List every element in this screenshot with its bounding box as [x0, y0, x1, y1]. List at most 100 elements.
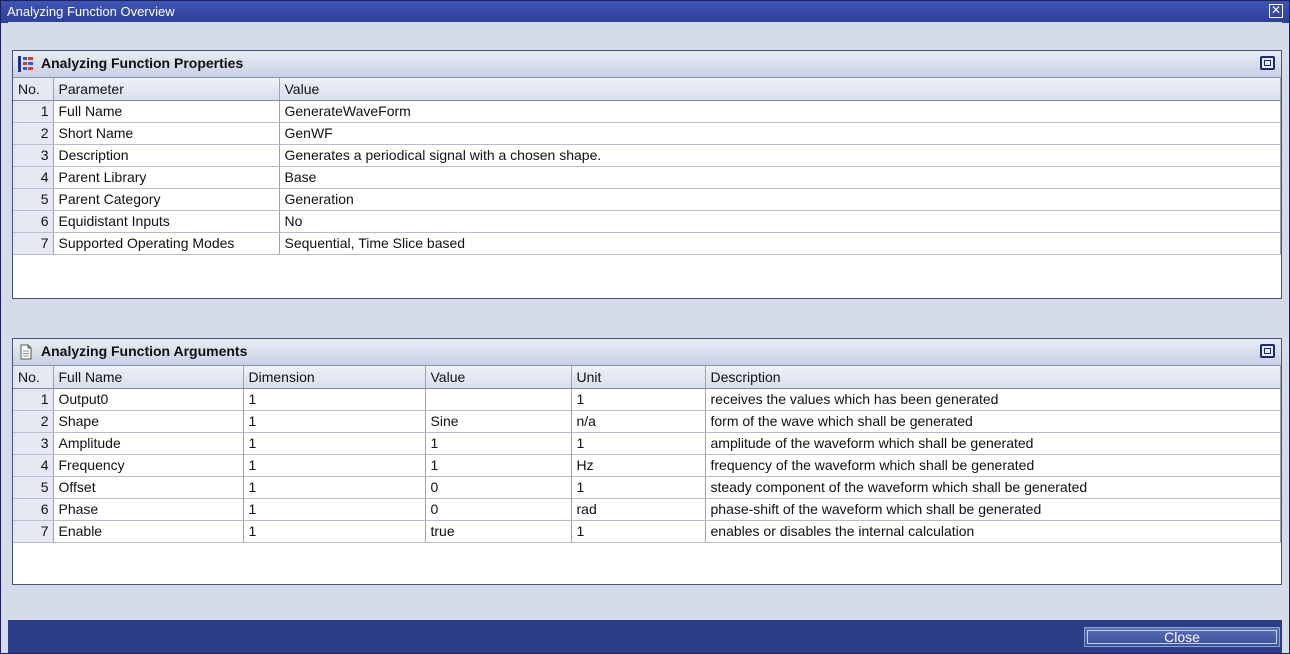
properties-panel-header: Analyzing Function Properties	[13, 51, 1281, 78]
row-number-cell[interactable]: 7	[13, 232, 54, 255]
table-cell: Full Name	[53, 100, 280, 123]
table-cell: Parent Category	[53, 188, 280, 211]
arguments-panel-title: Analyzing Function Arguments	[41, 343, 248, 359]
table-cell: Amplitude	[53, 432, 244, 455]
table-row[interactable]: 7 Supported Operating Modes Sequential, Ti…	[13, 232, 1281, 255]
row-number-cell[interactable]: 5	[13, 188, 54, 211]
row-number-cell[interactable]: 3	[13, 144, 54, 167]
column-header-description[interactable]: Description	[705, 366, 1281, 389]
row-number-cell[interactable]: 1	[13, 388, 54, 411]
table-cell: Output0	[53, 388, 244, 411]
column-header-parameter[interactable]: Parameter	[53, 78, 280, 101]
table-row[interactable]: 5 Parent Category Generation	[13, 188, 1281, 211]
table-cell: 1	[243, 476, 426, 499]
table-cell: rad	[571, 498, 706, 521]
table-cell: 0	[425, 498, 572, 521]
title-bar[interactable]: Analyzing Function Overview ✕	[1, 1, 1289, 23]
column-header-full-name[interactable]: Full Name	[53, 366, 244, 389]
table-cell: n/a	[571, 410, 706, 433]
row-number-cell[interactable]: 7	[13, 520, 54, 543]
table-row[interactable]: 7 Enable 1 true 1 enables or disables the int…	[13, 520, 1281, 543]
table-cell: Sine	[425, 410, 572, 433]
table-cell: 0	[425, 476, 572, 499]
column-header-value[interactable]: Value	[279, 78, 1281, 101]
table-cell: form of the wave which shall be generate…	[705, 410, 1281, 433]
table-row[interactable]: 3 Description Generates a periodical signa…	[13, 144, 1281, 167]
table-cell: 1	[243, 498, 426, 521]
table-row[interactable]: 4 Frequency 1 1 Hz frequency of the waveform …	[13, 454, 1281, 477]
properties-table: No. Parameter Value 1 Full Name GenerateWa…	[13, 78, 1281, 255]
table-cell: Frequency	[53, 454, 244, 477]
arguments-panel: Analyzing Function Arguments No. Full Na…	[12, 338, 1282, 585]
table-cell: Shape	[53, 410, 244, 433]
maximize-icon[interactable]	[1260, 344, 1275, 358]
column-header-no[interactable]: No.	[13, 366, 54, 389]
table-cell: 1	[243, 432, 426, 455]
row-number-cell[interactable]: 5	[13, 476, 54, 499]
row-number-cell[interactable]: 2	[13, 122, 54, 145]
table-cell	[425, 388, 572, 411]
row-number-cell[interactable]: 3	[13, 432, 54, 455]
table-cell: receives the values which has been gener…	[705, 388, 1281, 411]
table-cell: Short Name	[53, 122, 280, 145]
table-cell: Generation	[279, 188, 1281, 211]
row-number-cell[interactable]: 4	[13, 454, 54, 477]
table-row[interactable]: 2 Shape 1 Sine n/a form of the wave which sha…	[13, 410, 1281, 433]
close-button[interactable]: Close	[1084, 627, 1280, 647]
table-cell: phase-shift of the waveform which shall …	[705, 498, 1281, 521]
column-header-value[interactable]: Value	[425, 366, 572, 389]
table-cell: 1	[243, 388, 426, 411]
column-header-unit[interactable]: Unit	[571, 366, 706, 389]
table-cell: Parent Library	[53, 166, 280, 189]
row-number-cell[interactable]: 1	[13, 100, 54, 123]
column-header-no[interactable]: No.	[13, 78, 54, 101]
table-cell: GenWF	[279, 122, 1281, 145]
document-icon	[20, 344, 32, 360]
table-row[interactable]: 1 Full Name GenerateWaveForm	[13, 100, 1281, 123]
table-row[interactable]: 5 Offset 1 0 1 steady component of the wavefo…	[13, 476, 1281, 499]
properties-panel-title: Analyzing Function Properties	[41, 55, 244, 71]
table-cell: 1	[571, 520, 706, 543]
table-cell: 1	[243, 520, 426, 543]
table-cell: GenerateWaveForm	[279, 100, 1281, 123]
table-cell: frequency of the waveform which shall be…	[705, 454, 1281, 477]
table-cell: Hz	[571, 454, 706, 477]
table-row[interactable]: 6 Phase 1 0 rad phase-shift of the waveform w…	[13, 498, 1281, 521]
table-cell: 1	[243, 410, 426, 433]
table-cell: Description	[53, 144, 280, 167]
table-cell: Enable	[53, 520, 244, 543]
table-row[interactable]: 4 Parent Library Base	[13, 166, 1281, 189]
arguments-table: No. Full Name Dimension Value Unit Descr…	[13, 366, 1281, 543]
dialog-footer: Close	[8, 620, 1282, 653]
table-cell: 1	[243, 454, 426, 477]
column-header-dimension[interactable]: Dimension	[243, 366, 426, 389]
table-cell: Base	[279, 166, 1281, 189]
row-number-cell[interactable]: 6	[13, 498, 54, 521]
table-cell: amplitude of the waveform which shall be…	[705, 432, 1281, 455]
table-row[interactable]: 6 Equidistant Inputs No	[13, 210, 1281, 233]
table-cell: true	[425, 520, 572, 543]
row-number-cell[interactable]: 2	[13, 410, 54, 433]
table-cell: 1	[571, 432, 706, 455]
properties-header-row: No. Parameter Value	[13, 78, 1281, 101]
table-row[interactable]: 3 Amplitude 1 1 1 amplitude of the waveform w…	[13, 432, 1281, 455]
close-icon[interactable]: ✕	[1269, 4, 1283, 18]
table-cell: Phase	[53, 498, 244, 521]
properties-grid-icon	[18, 56, 33, 72]
table-row[interactable]: 1 Output0 1 1 receives the values which has …	[13, 388, 1281, 411]
arguments-header-row: No. Full Name Dimension Value Unit Descr…	[13, 366, 1281, 389]
arguments-panel-header: Analyzing Function Arguments	[13, 339, 1281, 366]
table-cell: 1	[425, 432, 572, 455]
row-number-cell[interactable]: 4	[13, 166, 54, 189]
table-cell: Supported Operating Modes	[53, 232, 280, 255]
table-cell: enables or disables the internal calcula…	[705, 520, 1281, 543]
properties-panel: Analyzing Function Properties No. Parame…	[12, 50, 1282, 299]
table-cell: Generates a periodical signal with a cho…	[279, 144, 1281, 167]
table-cell: 1	[571, 476, 706, 499]
table-cell: Equidistant Inputs	[53, 210, 280, 233]
maximize-icon[interactable]	[1260, 56, 1275, 70]
table-row[interactable]: 2 Short Name GenWF	[13, 122, 1281, 145]
row-number-cell[interactable]: 6	[13, 210, 54, 233]
table-cell: steady component of the waveform which s…	[705, 476, 1281, 499]
table-cell: Offset	[53, 476, 244, 499]
